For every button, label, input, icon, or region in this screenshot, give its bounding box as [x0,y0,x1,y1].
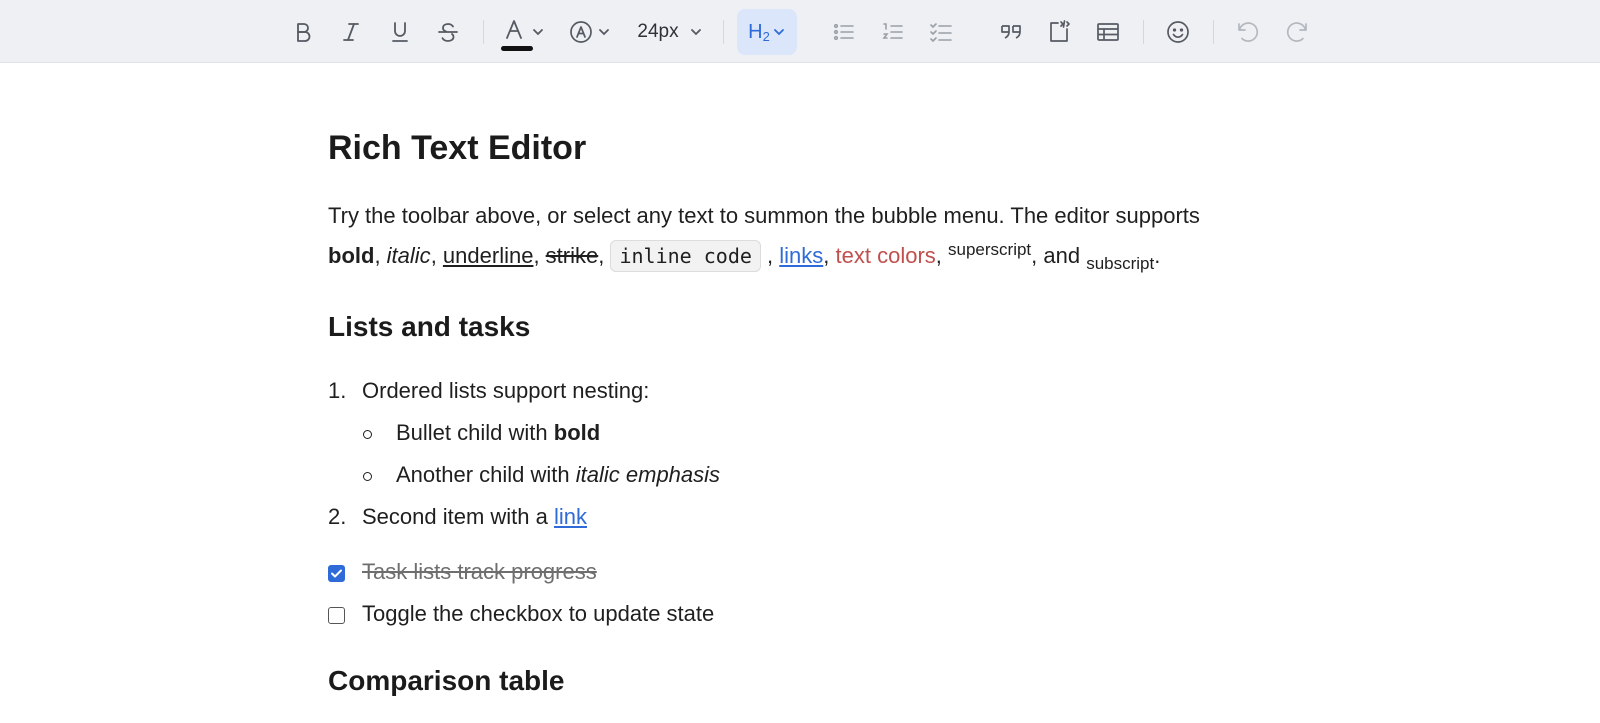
bold-sample: bold [328,243,375,268]
bold-button[interactable] [283,9,323,55]
toolbar-separator [723,20,724,44]
task-list-button[interactable] [920,9,962,55]
strike-button[interactable] [428,9,468,55]
list-item-text: Bullet child with [396,420,554,445]
chevron-down-icon [599,29,609,36]
task-checkbox-checked[interactable] [328,565,345,582]
text-color-button[interactable] [498,9,550,55]
underline-sample: underline [442,243,534,268]
checkmark-icon [331,569,342,578]
italic-sample: italic [386,243,431,268]
link-sample[interactable]: links [779,243,823,268]
table-icon [1097,23,1119,41]
underline-button[interactable] [380,9,420,55]
page-title: Rich Text Editor [328,129,587,167]
separator-text: , [760,243,780,268]
list-item: Second item with a link [362,502,587,532]
list-item-bold: bold [553,420,601,445]
separator-text: , [823,243,836,268]
list-item: Another child with italic emphasis [396,460,720,490]
editor-toolbar: 24px H2 [0,0,1600,63]
chevron-down-icon [533,29,543,36]
redo-icon [1286,22,1307,42]
font-size-dropdown[interactable]: 24px [630,9,710,55]
heading-dropdown[interactable]: H2 [737,9,797,55]
heading-level: 2 [762,28,770,44]
chevron-down-icon [773,29,784,36]
separator-text: . [1154,243,1161,268]
task-list-icon [930,23,952,42]
list-number: 1. [328,378,347,403]
separator-text: , [430,243,443,268]
subscript-sample: subscript [1086,254,1155,273]
separator-text: , and [1031,243,1087,268]
section-heading-lists: Lists and tasks [328,311,531,342]
bullet-list-icon [833,23,854,41]
highlight-icon [570,21,592,43]
text-color-sample: text colors [835,243,936,268]
list-item-text: Second item with a [362,504,554,529]
separator-text: , [533,243,546,268]
chevron-down-icon [690,29,701,36]
heading-letter: H [748,20,763,43]
separator-text: , [598,243,611,268]
separator-text: , [374,243,387,268]
list-item-link[interactable]: link [554,504,587,529]
section-heading-table: Comparison table [328,665,565,696]
redo-button[interactable] [1276,9,1318,55]
ordered-list-icon [882,23,903,39]
separator-text: , [935,243,949,268]
list-item: Bullet child with bold [396,418,600,448]
code-block-icon [1050,20,1070,42]
undo-button[interactable] [1227,9,1269,55]
list-item-italic: italic emphasis [575,462,721,487]
italic-icon [343,23,359,41]
list-item-text: Another child with [396,462,576,487]
intro-paragraph: Try the toolbar above, or select any tex… [328,196,1278,276]
strike-sample: strike [545,243,599,268]
table-button[interactable] [1087,9,1129,55]
bullet-marker [363,430,372,439]
quote-icon [1001,25,1021,39]
bullet-list-button[interactable] [823,9,865,55]
list-number: 2. [328,504,347,529]
undo-icon [1238,22,1259,42]
heading-level-label: H2 [748,21,770,44]
italic-button[interactable] [331,9,371,55]
task-item-label: Task lists track progress [362,559,597,584]
text-color-icon [506,20,522,39]
underline-icon [392,22,408,42]
inline-code-sample: inline code [610,240,761,272]
strike-icon [438,23,458,42]
task-checkbox-unchecked[interactable] [328,607,345,624]
list-item: Ordered lists support nesting: [362,378,650,403]
emoji-button[interactable] [1157,9,1199,55]
emoji-icon [1167,21,1189,43]
intro-text: Try the toolbar above, or select any tex… [328,203,1200,228]
font-size-value: 24px [637,21,679,42]
text-color-swatch [501,46,533,51]
highlight-button[interactable] [566,9,614,55]
bold-icon [297,23,311,42]
ordered-list-button[interactable] [872,9,914,55]
toolbar-separator [483,20,484,44]
toolbar-separator [1143,20,1144,44]
bullet-marker [363,472,372,481]
task-item-label: Toggle the checkbox to update state [362,601,715,626]
code-block-button[interactable] [1038,9,1080,55]
toolbar-separator [1213,20,1214,44]
superscript-sample: superscript [948,240,1032,259]
quote-button[interactable] [990,9,1032,55]
